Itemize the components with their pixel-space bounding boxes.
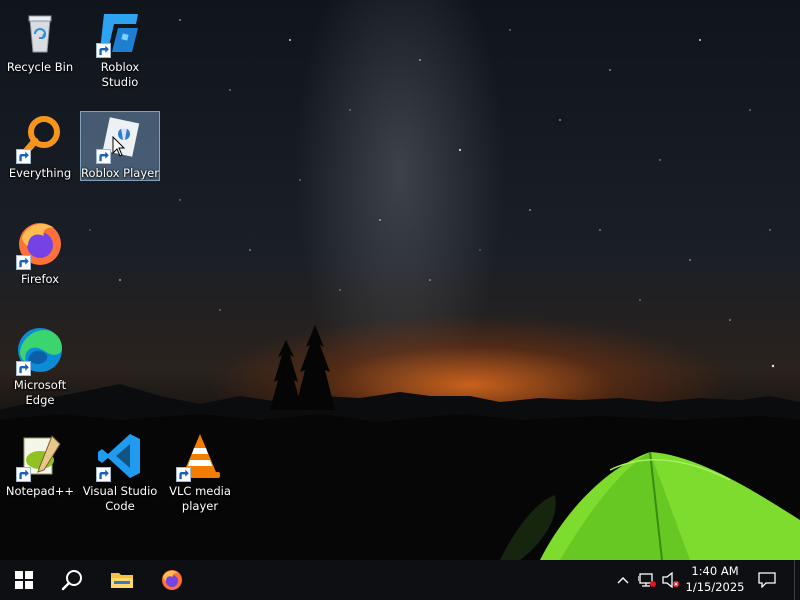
- everything-search-icon: [14, 112, 66, 164]
- desktop-icon-firefox[interactable]: Firefox: [1, 218, 79, 288]
- edge-icon: [14, 324, 66, 376]
- show-desktop-button[interactable]: [794, 560, 800, 600]
- firefox-icon: [14, 218, 66, 270]
- network-icon: [638, 573, 656, 587]
- search-button[interactable]: [48, 560, 96, 600]
- icon-label: Visual Studio Code: [82, 484, 158, 513]
- firefox-taskbar-button[interactable]: [148, 560, 196, 600]
- volume-button[interactable]: [660, 560, 682, 600]
- firefox-icon: [162, 570, 182, 590]
- desktop-icon-vlc-media-player[interactable]: VLC media player: [161, 430, 239, 514]
- file-explorer-button[interactable]: [98, 560, 146, 600]
- shortcut-arrow-icon: [176, 467, 191, 482]
- shortcut-arrow-icon: [96, 467, 111, 482]
- network-button[interactable]: [636, 560, 658, 600]
- start-button[interactable]: [0, 560, 48, 600]
- clock-date: 1/15/2025: [685, 580, 745, 594]
- shortcut-arrow-icon: [16, 467, 31, 482]
- notepad-plus-plus-icon: [14, 430, 66, 482]
- action-center-button[interactable]: [752, 560, 782, 600]
- clock[interactable]: 1:40 AM 1/15/2025: [680, 563, 750, 597]
- desktop-icon-microsoft-edge[interactable]: Microsoft Edge: [1, 324, 79, 408]
- desktop-icon-notepad-plus-plus[interactable]: Notepad++: [1, 430, 79, 500]
- search-icon: [61, 570, 82, 591]
- start-icon: [15, 571, 33, 589]
- recycle-bin-icon: [14, 6, 66, 58]
- notification-icon: [758, 572, 776, 588]
- vlc-icon: [174, 430, 226, 482]
- shortcut-arrow-icon: [16, 149, 31, 164]
- icon-label: Roblox Player: [81, 166, 159, 180]
- mouse-cursor-icon: [112, 136, 126, 157]
- file-explorer-icon: [111, 573, 133, 588]
- shortcut-arrow-icon: [96, 43, 111, 58]
- shortcut-arrow-icon: [96, 149, 111, 164]
- desktop-icon-everything[interactable]: Everything: [1, 112, 79, 182]
- show-hidden-icons-button[interactable]: [612, 560, 634, 600]
- volume-muted-icon: [662, 572, 680, 588]
- taskbar: 1:40 AM 1/15/2025: [0, 560, 800, 600]
- desktop-icon-roblox-studio[interactable]: Roblox Studio: [81, 6, 159, 89]
- roblox-studio-icon: [94, 6, 146, 58]
- desktop-icon-recycle-bin[interactable]: Recycle Bin: [1, 6, 79, 76]
- icon-label: Recycle Bin: [6, 60, 74, 74]
- shortcut-arrow-icon: [16, 361, 31, 376]
- clock-time: 1:40 AM: [691, 564, 739, 578]
- shortcut-arrow-icon: [16, 255, 31, 270]
- desktop-icon-visual-studio-code[interactable]: Visual Studio Code: [81, 430, 159, 514]
- chevron-up-icon: [617, 577, 629, 584]
- vscode-icon: [94, 430, 146, 482]
